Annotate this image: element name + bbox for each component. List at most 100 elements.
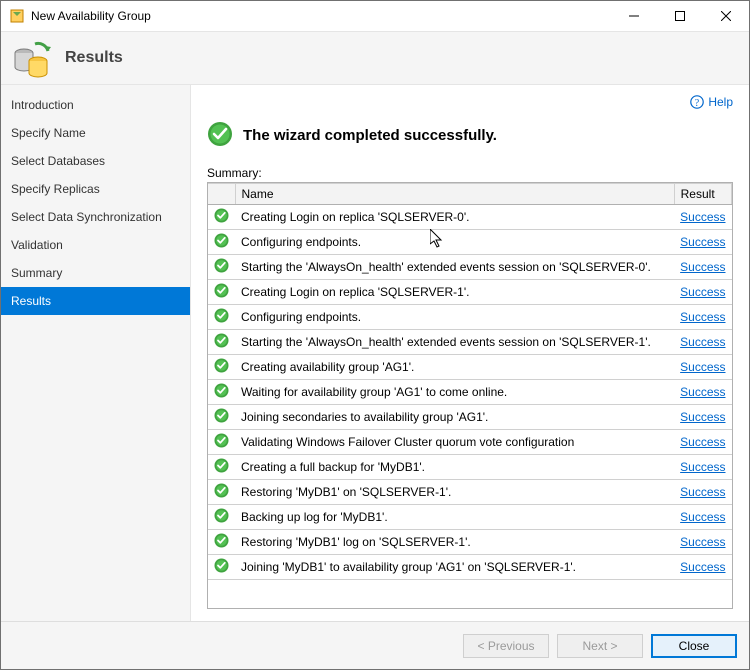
row-result: Success xyxy=(674,280,731,305)
row-name: Starting the 'AlwaysOn_health' extended … xyxy=(235,330,674,355)
table-row: Joining secondaries to availability grou… xyxy=(208,405,732,430)
help-label: Help xyxy=(708,95,733,109)
row-result: Success xyxy=(674,255,731,280)
mouse-cursor-icon xyxy=(430,229,444,249)
wizard-body: IntroductionSpecify NameSelect Databases… xyxy=(1,85,749,621)
window-buttons xyxy=(611,1,749,31)
svg-text:?: ? xyxy=(695,98,700,109)
row-name: Creating Login on replica 'SQLSERVER-0'. xyxy=(235,205,674,230)
result-link[interactable]: Success xyxy=(680,410,725,424)
row-result: Success xyxy=(674,230,731,255)
row-success-icon xyxy=(208,455,235,480)
sidebar-item-select-data-synchronization[interactable]: Select Data Synchronization xyxy=(1,203,190,231)
close-button[interactable] xyxy=(703,1,749,31)
row-success-icon xyxy=(208,405,235,430)
row-name: Starting the 'AlwaysOn_health' extended … xyxy=(235,255,674,280)
table-row: Joining 'MyDB1' to availability group 'A… xyxy=(208,555,732,580)
col-name[interactable]: Name xyxy=(235,184,674,205)
window-title: New Availability Group xyxy=(31,9,611,23)
row-success-icon xyxy=(208,230,235,255)
row-name: Creating a full backup for 'MyDB1'. xyxy=(235,455,674,480)
row-name: Restoring 'MyDB1' log on 'SQLSERVER-1'. xyxy=(235,530,674,555)
row-name: Creating availability group 'AG1'. xyxy=(235,355,674,380)
row-success-icon xyxy=(208,305,235,330)
table-row: Waiting for availability group 'AG1' to … xyxy=(208,380,732,405)
table-row: Creating a full backup for 'MyDB1'. Succe… xyxy=(208,455,732,480)
row-success-icon xyxy=(208,505,235,530)
result-link[interactable]: Success xyxy=(680,535,725,549)
row-result: Success xyxy=(674,505,731,530)
row-result: Success xyxy=(674,355,731,380)
sidebar-item-specify-name[interactable]: Specify Name xyxy=(1,119,190,147)
table-row: Creating availability group 'AG1'. Succes… xyxy=(208,355,732,380)
previous-button: < Previous xyxy=(463,634,549,658)
row-name: Backing up log for 'MyDB1'. xyxy=(235,505,674,530)
table-row: Restoring 'MyDB1' log on 'SQLSERVER-1'. S… xyxy=(208,530,732,555)
row-result: Success xyxy=(674,480,731,505)
sidebar-item-specify-replicas[interactable]: Specify Replicas xyxy=(1,175,190,203)
result-link[interactable]: Success xyxy=(680,285,725,299)
result-link[interactable]: Success xyxy=(680,360,725,374)
next-button: Next > xyxy=(557,634,643,658)
wizard-header: Results xyxy=(1,31,749,85)
row-success-icon xyxy=(208,355,235,380)
result-link[interactable]: Success xyxy=(680,260,725,274)
row-success-icon xyxy=(208,555,235,580)
sidebar-item-results[interactable]: Results xyxy=(1,287,190,315)
dialog-window: New Availability Group Result xyxy=(0,0,750,670)
help-icon: ? xyxy=(690,95,704,109)
row-name: Creating Login on replica 'SQLSERVER-1'. xyxy=(235,280,674,305)
row-success-icon xyxy=(208,480,235,505)
row-success-icon xyxy=(208,530,235,555)
row-success-icon xyxy=(208,330,235,355)
table-row: Configuring endpoints. Success xyxy=(208,305,732,330)
row-name: Configuring endpoints. xyxy=(235,305,674,330)
close-dialog-button[interactable]: Close xyxy=(651,634,737,658)
row-result: Success xyxy=(674,555,731,580)
result-link[interactable]: Success xyxy=(680,485,725,499)
table-row: Creating Login on replica 'SQLSERVER-1'.… xyxy=(208,280,732,305)
wizard-steps-sidebar: IntroductionSpecify NameSelect Databases… xyxy=(1,85,191,621)
result-link[interactable]: Success xyxy=(680,385,725,399)
maximize-button[interactable] xyxy=(657,1,703,31)
result-link[interactable]: Success xyxy=(680,235,725,249)
row-success-icon xyxy=(208,255,235,280)
summary-label: Summary: xyxy=(207,166,733,180)
table-row: Restoring 'MyDB1' on 'SQLSERVER-1'. Succe… xyxy=(208,480,732,505)
status-message: The wizard completed successfully. xyxy=(243,127,497,144)
row-result: Success xyxy=(674,405,731,430)
row-result: Success xyxy=(674,380,731,405)
main-panel: ? Help The wizard completed successfully… xyxy=(191,85,749,621)
result-link[interactable]: Success xyxy=(680,335,725,349)
table-row: Starting the 'AlwaysOn_health' extended … xyxy=(208,330,732,355)
row-success-icon xyxy=(208,205,235,230)
row-success-icon xyxy=(208,380,235,405)
results-grid[interactable]: Name Result Creating Login on replica 'S… xyxy=(207,182,733,609)
table-row: Backing up log for 'MyDB1'. Success xyxy=(208,505,732,530)
result-link[interactable]: Success xyxy=(680,560,725,574)
success-icon xyxy=(207,121,233,150)
result-link[interactable]: Success xyxy=(680,510,725,524)
result-link[interactable]: Success xyxy=(680,460,725,474)
help-link[interactable]: ? Help xyxy=(207,95,733,117)
result-link[interactable]: Success xyxy=(680,435,725,449)
col-result[interactable]: Result xyxy=(674,184,731,205)
table-row: Starting the 'AlwaysOn_health' extended … xyxy=(208,255,732,280)
row-result: Success xyxy=(674,530,731,555)
app-icon xyxy=(9,8,25,24)
result-link[interactable]: Success xyxy=(680,310,725,324)
wizard-footer: < Previous Next > Close xyxy=(1,621,749,669)
col-status-icon xyxy=(208,184,235,205)
row-result: Success xyxy=(674,305,731,330)
sidebar-item-validation[interactable]: Validation xyxy=(1,231,190,259)
sidebar-item-select-databases[interactable]: Select Databases xyxy=(1,147,190,175)
row-name: Restoring 'MyDB1' on 'SQLSERVER-1'. xyxy=(235,480,674,505)
row-name: Joining 'MyDB1' to availability group 'A… xyxy=(235,555,674,580)
minimize-button[interactable] xyxy=(611,1,657,31)
status-row: The wizard completed successfully. xyxy=(207,121,733,150)
row-result: Success xyxy=(674,205,731,230)
row-success-icon xyxy=(208,280,235,305)
sidebar-item-introduction[interactable]: Introduction xyxy=(1,91,190,119)
result-link[interactable]: Success xyxy=(680,210,725,224)
sidebar-item-summary[interactable]: Summary xyxy=(1,259,190,287)
